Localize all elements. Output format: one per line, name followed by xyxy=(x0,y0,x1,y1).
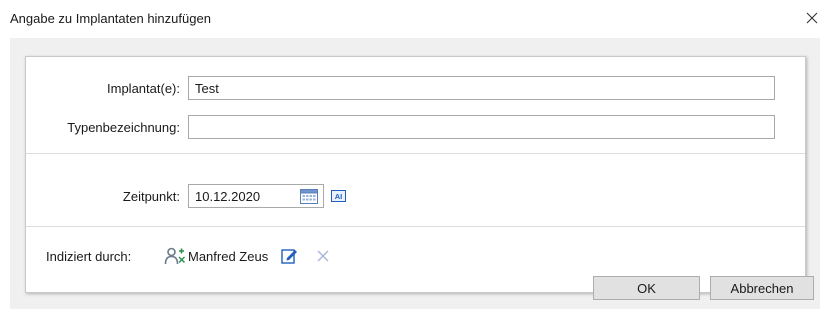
type-label: Typenbezeichnung: xyxy=(67,120,180,135)
implant-label: Implantat(e): xyxy=(107,81,180,96)
ai-icon[interactable]: AI xyxy=(331,190,346,202)
dialog-window: Angabe zu Implantaten hinzufügen Implant… xyxy=(0,0,827,314)
time-label: Zeitpunkt: xyxy=(122,189,180,204)
title-bar: Angabe zu Implantaten hinzufügen xyxy=(0,0,827,38)
remove-icon[interactable] xyxy=(316,249,330,263)
indicated-label: Indiziert durch: xyxy=(46,249,132,264)
ok-button[interactable]: OK xyxy=(593,276,700,300)
person-icon xyxy=(164,247,185,265)
form-panel: Implantat(e): Typenbezeichnung: Zeitpunk… xyxy=(25,56,806,293)
implant-input[interactable] xyxy=(188,76,775,100)
date-value: 10.12.2020 xyxy=(195,189,261,204)
cancel-button[interactable]: Abbrechen xyxy=(710,276,814,300)
separator-2 xyxy=(26,226,805,227)
indicated-person: Manfred Zeus xyxy=(188,249,269,264)
date-input[interactable]: 10.12.2020 xyxy=(188,184,324,208)
ai-icon-text: AI xyxy=(335,192,343,201)
separator-1 xyxy=(26,153,805,154)
edit-icon[interactable] xyxy=(281,247,298,264)
close-button[interactable] xyxy=(797,3,827,33)
content-area: Implantat(e): Typenbezeichnung: Zeitpunk… xyxy=(10,38,820,309)
type-input[interactable] xyxy=(188,115,775,139)
calendar-icon[interactable] xyxy=(300,189,318,204)
close-icon xyxy=(806,12,818,24)
dialog-title: Angabe zu Implantaten hinzufügen xyxy=(10,11,211,26)
